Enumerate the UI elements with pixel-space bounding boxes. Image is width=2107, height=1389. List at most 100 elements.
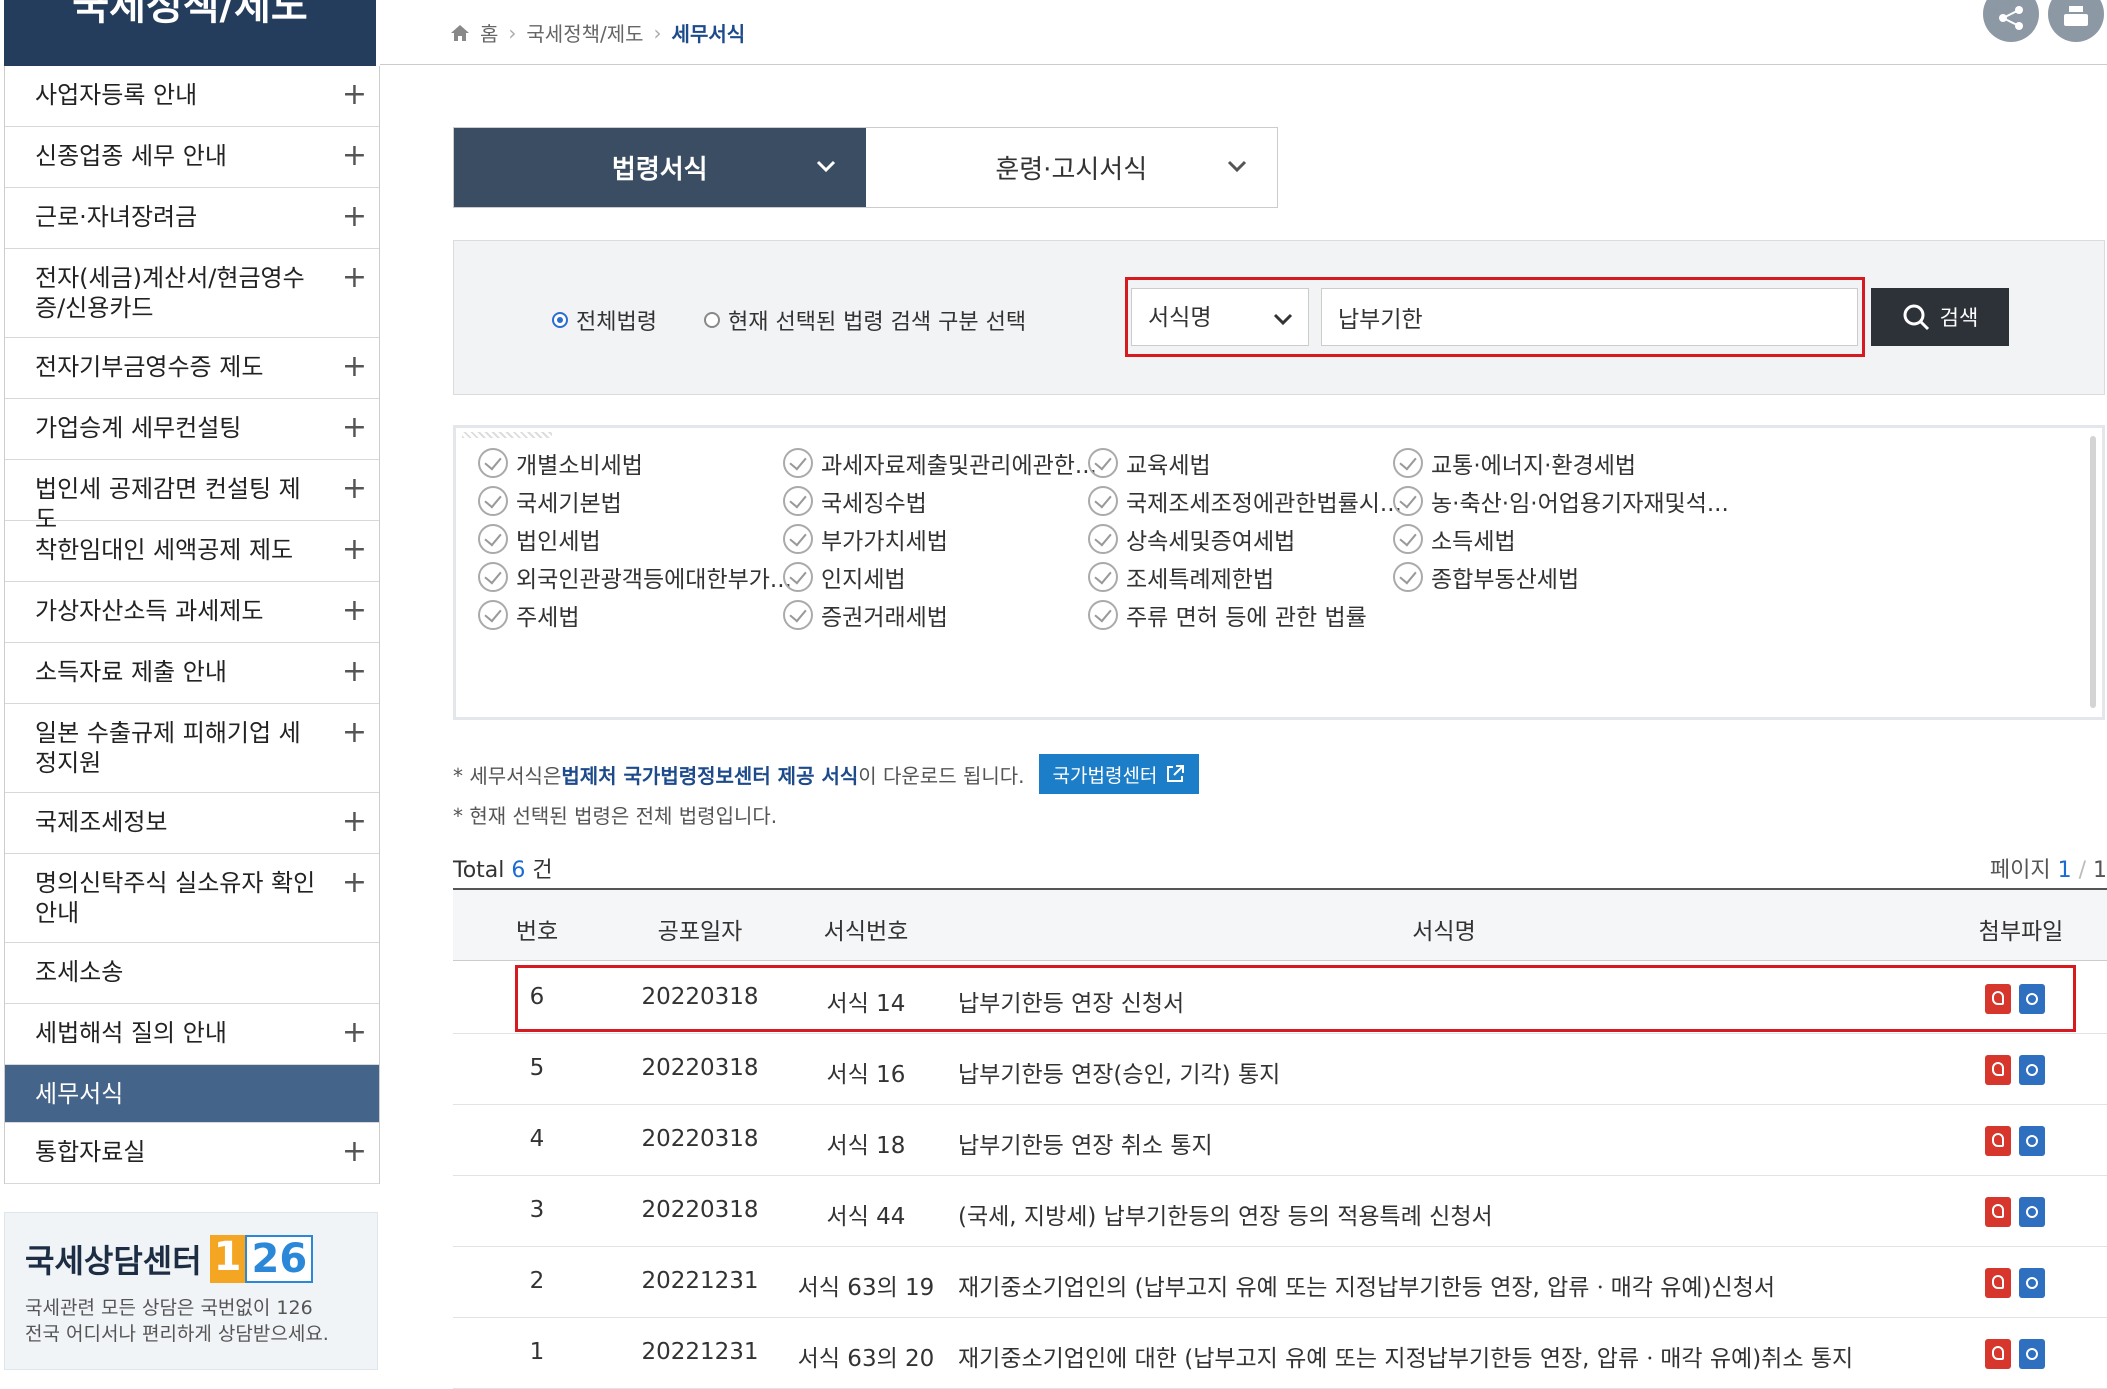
check-circle-icon <box>478 562 508 592</box>
law-filter-item[interactable]: 소득세법 <box>1393 522 1516 556</box>
plus-icon[interactable]: + <box>342 352 367 382</box>
pdf-download-icon[interactable] <box>1985 1055 2011 1085</box>
radio-selected-laws[interactable]: 현재 선택된 법령 검색 구분 선택 <box>704 304 1026 336</box>
plus-icon[interactable]: + <box>342 596 367 626</box>
law-filter-item[interactable]: 부가가치세법 <box>783 522 948 556</box>
sidebar-item[interactable]: 전자기부금영수증 제도 + <box>5 338 379 399</box>
selected-law-note: * 현재 선택된 법령은 전체 법령입니다. <box>453 804 778 828</box>
th-date: 공포일자 <box>657 919 743 945</box>
law-filter-item[interactable]: 주류 면허 등에 관한 법률 <box>1088 598 1367 632</box>
tab-directive-forms[interactable]: 훈령·고시서식 <box>866 128 1278 207</box>
cell-form-name[interactable]: 재기중소기업인에 대한 (납부고지 유예 또는 지정납부기한등 연장, 압류ㆍ매… <box>958 1339 1853 1373</box>
plus-icon[interactable]: + <box>342 413 367 443</box>
sidebar-item[interactable]: 법인세 공제감면 컨설팅 제도 + <box>5 460 379 533</box>
law-filter-item[interactable]: 법인세법 <box>478 522 601 556</box>
law-filter-item[interactable]: 종합부동산세법 <box>1393 560 1579 594</box>
cell-form-name[interactable]: (국세, 지방세) 납부기한등의 연장 등의 적용특례 신청서 <box>958 1197 1493 1231</box>
radio-all-label: 전체법령 <box>576 310 657 335</box>
plus-icon[interactable]: + <box>342 718 367 748</box>
sidebar-item[interactable]: 세무서식 <box>5 1065 379 1123</box>
divider <box>380 64 2107 65</box>
check-circle-icon <box>1088 448 1118 478</box>
plus-icon[interactable]: + <box>342 1137 367 1167</box>
radio-all-laws[interactable]: 전체법령 <box>552 304 657 336</box>
plus-icon[interactable]: + <box>342 263 367 293</box>
hwp-download-icon[interactable] <box>2019 1055 2045 1085</box>
home-icon[interactable] <box>450 24 470 42</box>
attachment-files <box>1985 1126 2045 1156</box>
pdf-download-icon[interactable] <box>1985 1268 2011 1298</box>
sidebar-item[interactable]: 명의신탁주식 실소유자 확인안내 + <box>5 854 379 943</box>
law-center-button[interactable]: 국가법령센터 <box>1038 754 1200 794</box>
print-button[interactable] <box>2048 0 2104 42</box>
cell-form-name[interactable]: 납부기한등 연장(승인, 기각) 통지 <box>958 1055 1280 1089</box>
plus-icon[interactable]: + <box>342 807 367 837</box>
table-row[interactable]: 1 20221231 서식 63의 20 재기중소기업인에 대한 (납부고지 유예 또… <box>453 1317 2107 1389</box>
cell-form-name[interactable]: 재기중소기업인의 (납부고지 유예 또는 지정납부기한등 연장, 압류ㆍ매각 유… <box>958 1268 1775 1302</box>
check-circle-icon <box>783 486 813 516</box>
law-filter-item[interactable]: 교통·에너지·환경세법 <box>1393 446 1636 480</box>
sidebar-item-label: 국제조세정보 <box>35 808 168 836</box>
table-row[interactable]: 5 20220318 서식 16 납부기한등 연장(승인, 기각) 통지 <box>453 1033 2107 1105</box>
pdf-download-icon[interactable] <box>1985 1126 2011 1156</box>
law-filter-item[interactable]: 상속세및증여세법 <box>1088 522 1295 556</box>
sidebar-item[interactable]: 가상자산소득 과세제도 + <box>5 582 379 643</box>
share-button[interactable] <box>1983 0 2039 42</box>
sidebar-item[interactable]: 가업승계 세무컨설팅 + <box>5 399 379 460</box>
sidebar-item[interactable]: 세법해석 질의 안내 + <box>5 1004 379 1065</box>
table-row[interactable]: 3 20220318 서식 44 (국세, 지방세) 납부기한등의 연장 등의 적용특… <box>453 1175 2107 1247</box>
pdf-download-icon[interactable] <box>1985 1197 2011 1227</box>
law-filter-item[interactable]: 국제조세조정에관한법률시... <box>1088 484 1402 518</box>
pdf-download-icon[interactable] <box>1985 1339 2011 1369</box>
law-filter-item[interactable]: 과세자료제출및관리에관한... <box>783 446 1097 480</box>
plus-icon[interactable]: + <box>342 657 367 687</box>
search-field-select[interactable]: 서식명 <box>1131 288 1309 346</box>
law-filter-item[interactable]: 국세기본법 <box>478 484 622 518</box>
search-input[interactable] <box>1321 288 1858 346</box>
law-filter-item[interactable]: 개별소비세법 <box>478 446 643 480</box>
law-filter-item[interactable]: 외국인관광객등에대한부가... <box>478 560 792 594</box>
sidebar-item[interactable]: 통합자료실 + <box>5 1123 379 1184</box>
hwp-download-icon[interactable] <box>2019 1339 2045 1369</box>
law-filter-item[interactable]: 국세징수법 <box>783 484 927 518</box>
plus-icon[interactable]: + <box>342 80 367 110</box>
law-filter-item[interactable]: 농·축산·임·어업용기자재및석... <box>1393 484 1729 518</box>
plus-icon[interactable]: + <box>342 141 367 171</box>
plus-icon[interactable]: + <box>342 868 367 898</box>
law-filter-item[interactable]: 주세법 <box>478 598 579 632</box>
hwp-download-icon[interactable] <box>2019 1268 2045 1298</box>
cell-number: 3 <box>529 1197 545 1223</box>
sidebar-item[interactable]: 조세소송 <box>5 943 379 1004</box>
scrollbar[interactable] <box>2090 436 2096 708</box>
sidebar-item[interactable]: 근로·자녀장려금 + <box>5 188 379 249</box>
sidebar-item[interactable]: 신종업종 세무 안내 + <box>5 127 379 188</box>
search-button[interactable]: 검색 <box>1871 288 2009 346</box>
breadcrumb-level1[interactable]: 국세정책/제도 <box>526 18 643 47</box>
sidebar-item[interactable]: 일본 수출규제 피해기업 세정지원 + <box>5 704 379 793</box>
plus-icon[interactable]: + <box>342 535 367 565</box>
hwp-download-icon[interactable] <box>2019 1126 2045 1156</box>
tab-law-forms[interactable]: 법령서식 <box>454 128 866 207</box>
table-row[interactable]: 4 20220318 서식 18 납부기한등 연장 취소 통지 <box>453 1104 2107 1176</box>
law-filter-item[interactable]: 인지세법 <box>783 560 906 594</box>
cell-form-name[interactable]: 납부기한등 연장 취소 통지 <box>958 1126 1213 1160</box>
sidebar-item[interactable]: 국제조세정보 + <box>5 793 379 854</box>
sidebar-item[interactable]: 사업자등록 안내 + <box>5 66 379 127</box>
law-filter-item[interactable]: 조세특례제한법 <box>1088 560 1274 594</box>
sidebar-item[interactable]: 착한임대인 세액공제 제도 + <box>5 521 379 582</box>
counsel-center-box[interactable]: 국세상담센터 1 26 국세관련 모든 상담은 국번없이 126 전국 어디서나 … <box>4 1212 378 1370</box>
law-filter-label: 상속세및증여세법 <box>1126 529 1296 555</box>
hwp-download-icon[interactable] <box>2019 1197 2045 1227</box>
table-row[interactable]: 2 20221231 서식 63의 19 재기중소기업인의 (납부고지 유예 또는 지… <box>453 1246 2107 1318</box>
plus-icon[interactable]: + <box>342 1018 367 1048</box>
plus-icon[interactable]: + <box>342 474 367 504</box>
sidebar-item[interactable]: 전자(세금)계산서/현금영수증/신용카드 + <box>5 249 379 338</box>
law-filter-label: 농·축산·임·어업용기자재및석... <box>1431 491 1729 517</box>
law-filter-item[interactable]: 교육세법 <box>1088 446 1211 480</box>
breadcrumb-home[interactable]: 홈 <box>480 18 498 47</box>
sidebar-item[interactable]: 소득자료 제출 안내 + <box>5 643 379 704</box>
law-filter-item[interactable]: 증권거래세법 <box>783 598 948 632</box>
check-circle-icon <box>1393 562 1423 592</box>
chevron-down-icon <box>816 160 835 173</box>
plus-icon[interactable]: + <box>342 202 367 232</box>
